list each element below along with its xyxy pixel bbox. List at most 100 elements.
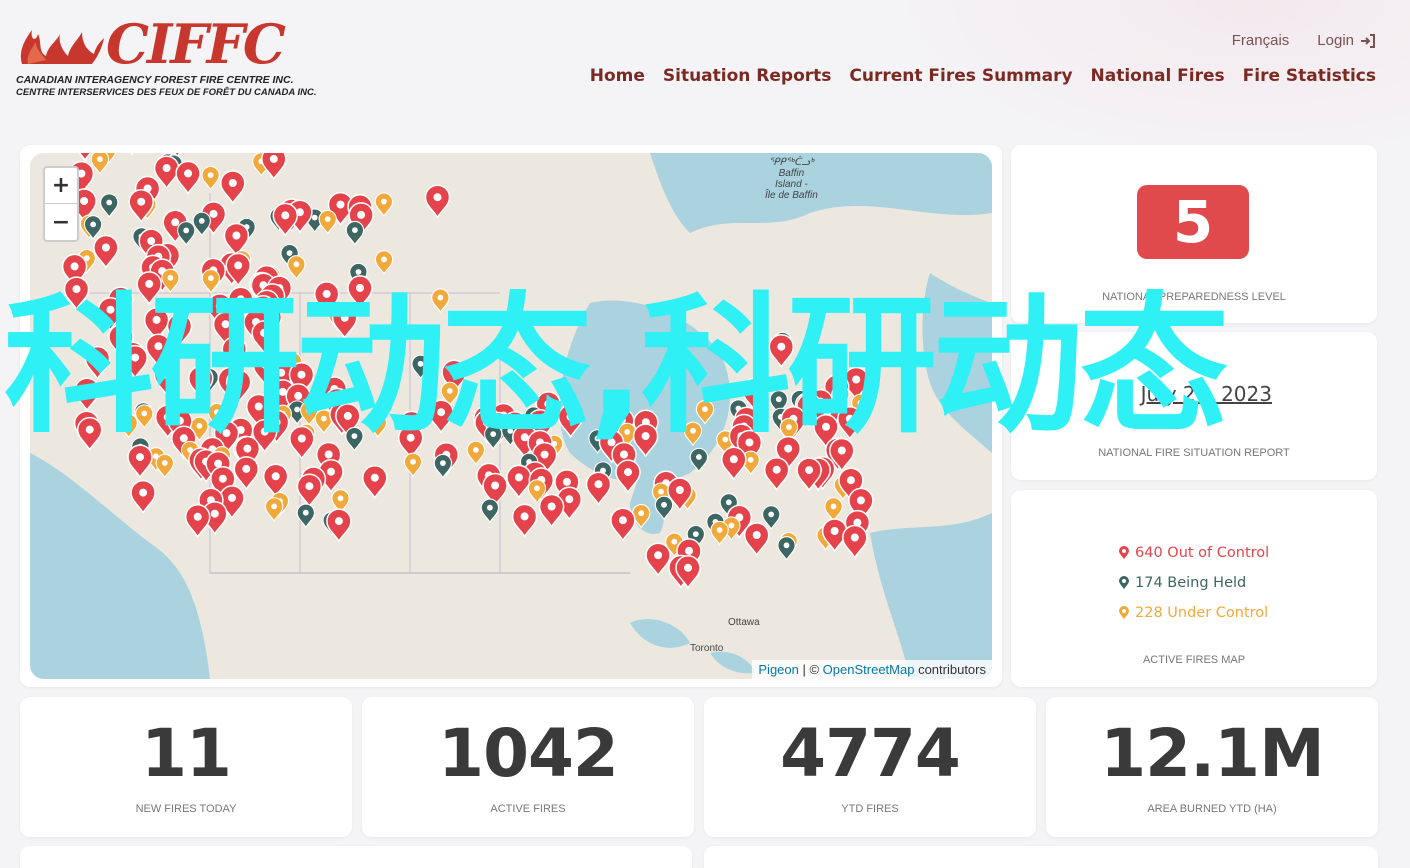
fire-marker-dot — [837, 446, 846, 455]
fire-marker-dot — [294, 391, 303, 400]
fire-marker-dot — [193, 512, 202, 521]
stat-ytd-fires[interactable]: 4774 YTD FIRES — [704, 697, 1036, 837]
nav-home[interactable]: Home — [590, 66, 645, 86]
zoom-in-button[interactable]: + — [45, 168, 77, 204]
stat-area-burned[interactable]: 12.1M AREA BURNED YTD (HA) — [1046, 697, 1378, 837]
fire-marker-dot — [830, 503, 837, 510]
fire-marker-dot — [417, 360, 424, 367]
fire-marker-dot — [90, 221, 96, 228]
fire-marker-dot — [327, 467, 335, 476]
fire-marker-dot — [514, 473, 523, 482]
fire-marker-dot — [437, 294, 444, 301]
fire-marker-dot — [777, 342, 786, 351]
attribution-separator: | © — [798, 662, 823, 677]
fire-marker-dot — [750, 386, 759, 395]
fire-marker-dot — [355, 269, 362, 275]
pigeon-link[interactable]: Pigeon — [758, 662, 798, 677]
fire-marker-dot — [179, 434, 188, 443]
map-label-baffin-fr: Île de Baffin — [765, 190, 818, 201]
fire-marker-dot — [351, 433, 358, 439]
situation-prefix: in — [1116, 382, 1135, 406]
fire-marker-dot — [805, 466, 814, 475]
preparedness-level-badge: 5 — [1137, 185, 1249, 259]
fire-marker-dot — [654, 551, 663, 560]
fire-marker-dot — [175, 322, 184, 330]
map-canvas[interactable] — [30, 153, 992, 679]
fire-marker-dot — [696, 454, 702, 460]
fire-marker-dot — [294, 406, 300, 413]
nav-fire-statistics[interactable]: Fire Statistics — [1243, 66, 1376, 86]
fire-marker-dot — [702, 406, 708, 413]
fire-marker-dot — [154, 342, 163, 351]
fire-marker-dot — [618, 516, 627, 525]
situation-caption: NATIONAL FIRE SITUATION REPORT — [1098, 447, 1290, 459]
situation-date-link[interactable]: July 20, 2023 — [1141, 382, 1272, 406]
fire-marker-dot — [183, 227, 190, 234]
fire-marker-dot — [594, 480, 603, 489]
situation-report-card[interactable]: in July 20, 2023 NATIONAL FIRE SITUATION… — [1011, 332, 1377, 480]
situation-report-date: in July 20, 2023 — [1011, 382, 1377, 406]
fire-marker-dot — [830, 527, 839, 535]
language-link[interactable]: Français — [1232, 32, 1290, 49]
fire-marker-dot — [324, 450, 333, 459]
fire-marker-dot — [450, 368, 459, 377]
fire-marker-dot — [624, 429, 631, 435]
fires-legend: 640 Out of Control 174 Being Held 228 Un… — [1119, 538, 1269, 628]
fire-map-card: ᕿᑭᖅᑖᓗᒃ Baffin Island - Île de Baffin Ott… — [20, 145, 1002, 687]
nav-current-fires-summary[interactable]: Current Fires Summary — [849, 66, 1072, 86]
fire-map[interactable]: ᕿᑭᖅᑖᓗᒃ Baffin Island - Île de Baffin Ott… — [30, 153, 992, 679]
fire-marker-dot — [324, 216, 331, 222]
map-label-baffin-syllabics: ᕿᑭᖅᑖᓗᒃ — [768, 157, 814, 168]
fire-marker-dot — [352, 227, 358, 233]
fire-marker-dot — [97, 156, 103, 163]
fire-marker-dot — [232, 231, 241, 240]
fire-marker-dot — [540, 450, 549, 459]
fire-marker-dot — [147, 237, 156, 246]
stat-caption: AREA BURNED YTD (HA) — [1147, 803, 1277, 815]
fire-marker-dot — [752, 531, 761, 539]
fire-marker-dot — [491, 481, 500, 490]
fire-marker-dot — [566, 412, 575, 421]
fire-marker-dot — [141, 410, 148, 417]
stat-new-fires-today[interactable]: 11 NEW FIRES TODAY — [20, 697, 352, 837]
fire-marker-dot — [534, 485, 540, 492]
main-nav: Home Situation Reports Current Fires Sum… — [590, 66, 1376, 86]
stat-active-fires[interactable]: 1042 ACTIVE FIRES — [362, 697, 694, 837]
fire-marker-dot — [271, 472, 280, 481]
fire-marker-dot — [322, 289, 331, 298]
fire-marker-dot — [822, 422, 830, 431]
fire-marker-dot — [357, 210, 366, 219]
fire-marker-dot — [297, 434, 306, 443]
fire-marker-dot — [137, 197, 146, 206]
nav-situation-reports[interactable]: Situation Reports — [663, 66, 832, 86]
stat-caption: NEW FIRES TODAY — [135, 803, 237, 815]
map-label-toronto: Toronto — [690, 643, 724, 654]
nav-national-fires[interactable]: National Fires — [1091, 66, 1225, 86]
fire-marker-dot — [260, 427, 269, 436]
legend-under-control: 228 Under Control — [1119, 598, 1269, 628]
fire-marker-dot — [106, 305, 115, 314]
fire-marker-dot — [565, 495, 574, 504]
fire-marker-dot — [131, 353, 140, 362]
fire-marker-dot — [381, 256, 387, 263]
fire-marker-dot — [661, 501, 667, 508]
fire-marker-dot — [260, 328, 269, 337]
fire-marker-dot — [406, 433, 415, 442]
fire-marker-dot — [242, 464, 251, 473]
fire-marker-dot — [722, 436, 729, 443]
active-fires-legend-card[interactable]: 640 Out of Control 174 Being Held 228 Un… — [1011, 490, 1377, 687]
attribution-tail: contributors — [914, 662, 986, 677]
zoom-out-button[interactable]: − — [45, 204, 77, 240]
osm-link[interactable]: OpenStreetMap — [823, 662, 915, 677]
fire-marker-dot — [692, 531, 699, 537]
fire-marker-dot — [117, 332, 125, 341]
fire-marker-dot — [772, 465, 781, 474]
ciffc-logo[interactable]: CIFFC CANADIAN INTERAGENCY FOREST FIRE C… — [16, 12, 317, 102]
fire-marker-dot — [72, 285, 81, 294]
fire-marker-dot — [152, 315, 161, 324]
preparedness-card[interactable]: 5 NATIONAL PREPAREDNESS LEVEL — [1011, 145, 1377, 323]
fire-marker-dot — [850, 533, 859, 542]
stat-value: 11 — [141, 715, 232, 792]
fire-marker-dot — [856, 496, 865, 505]
login-link[interactable]: Login — [1317, 32, 1376, 49]
